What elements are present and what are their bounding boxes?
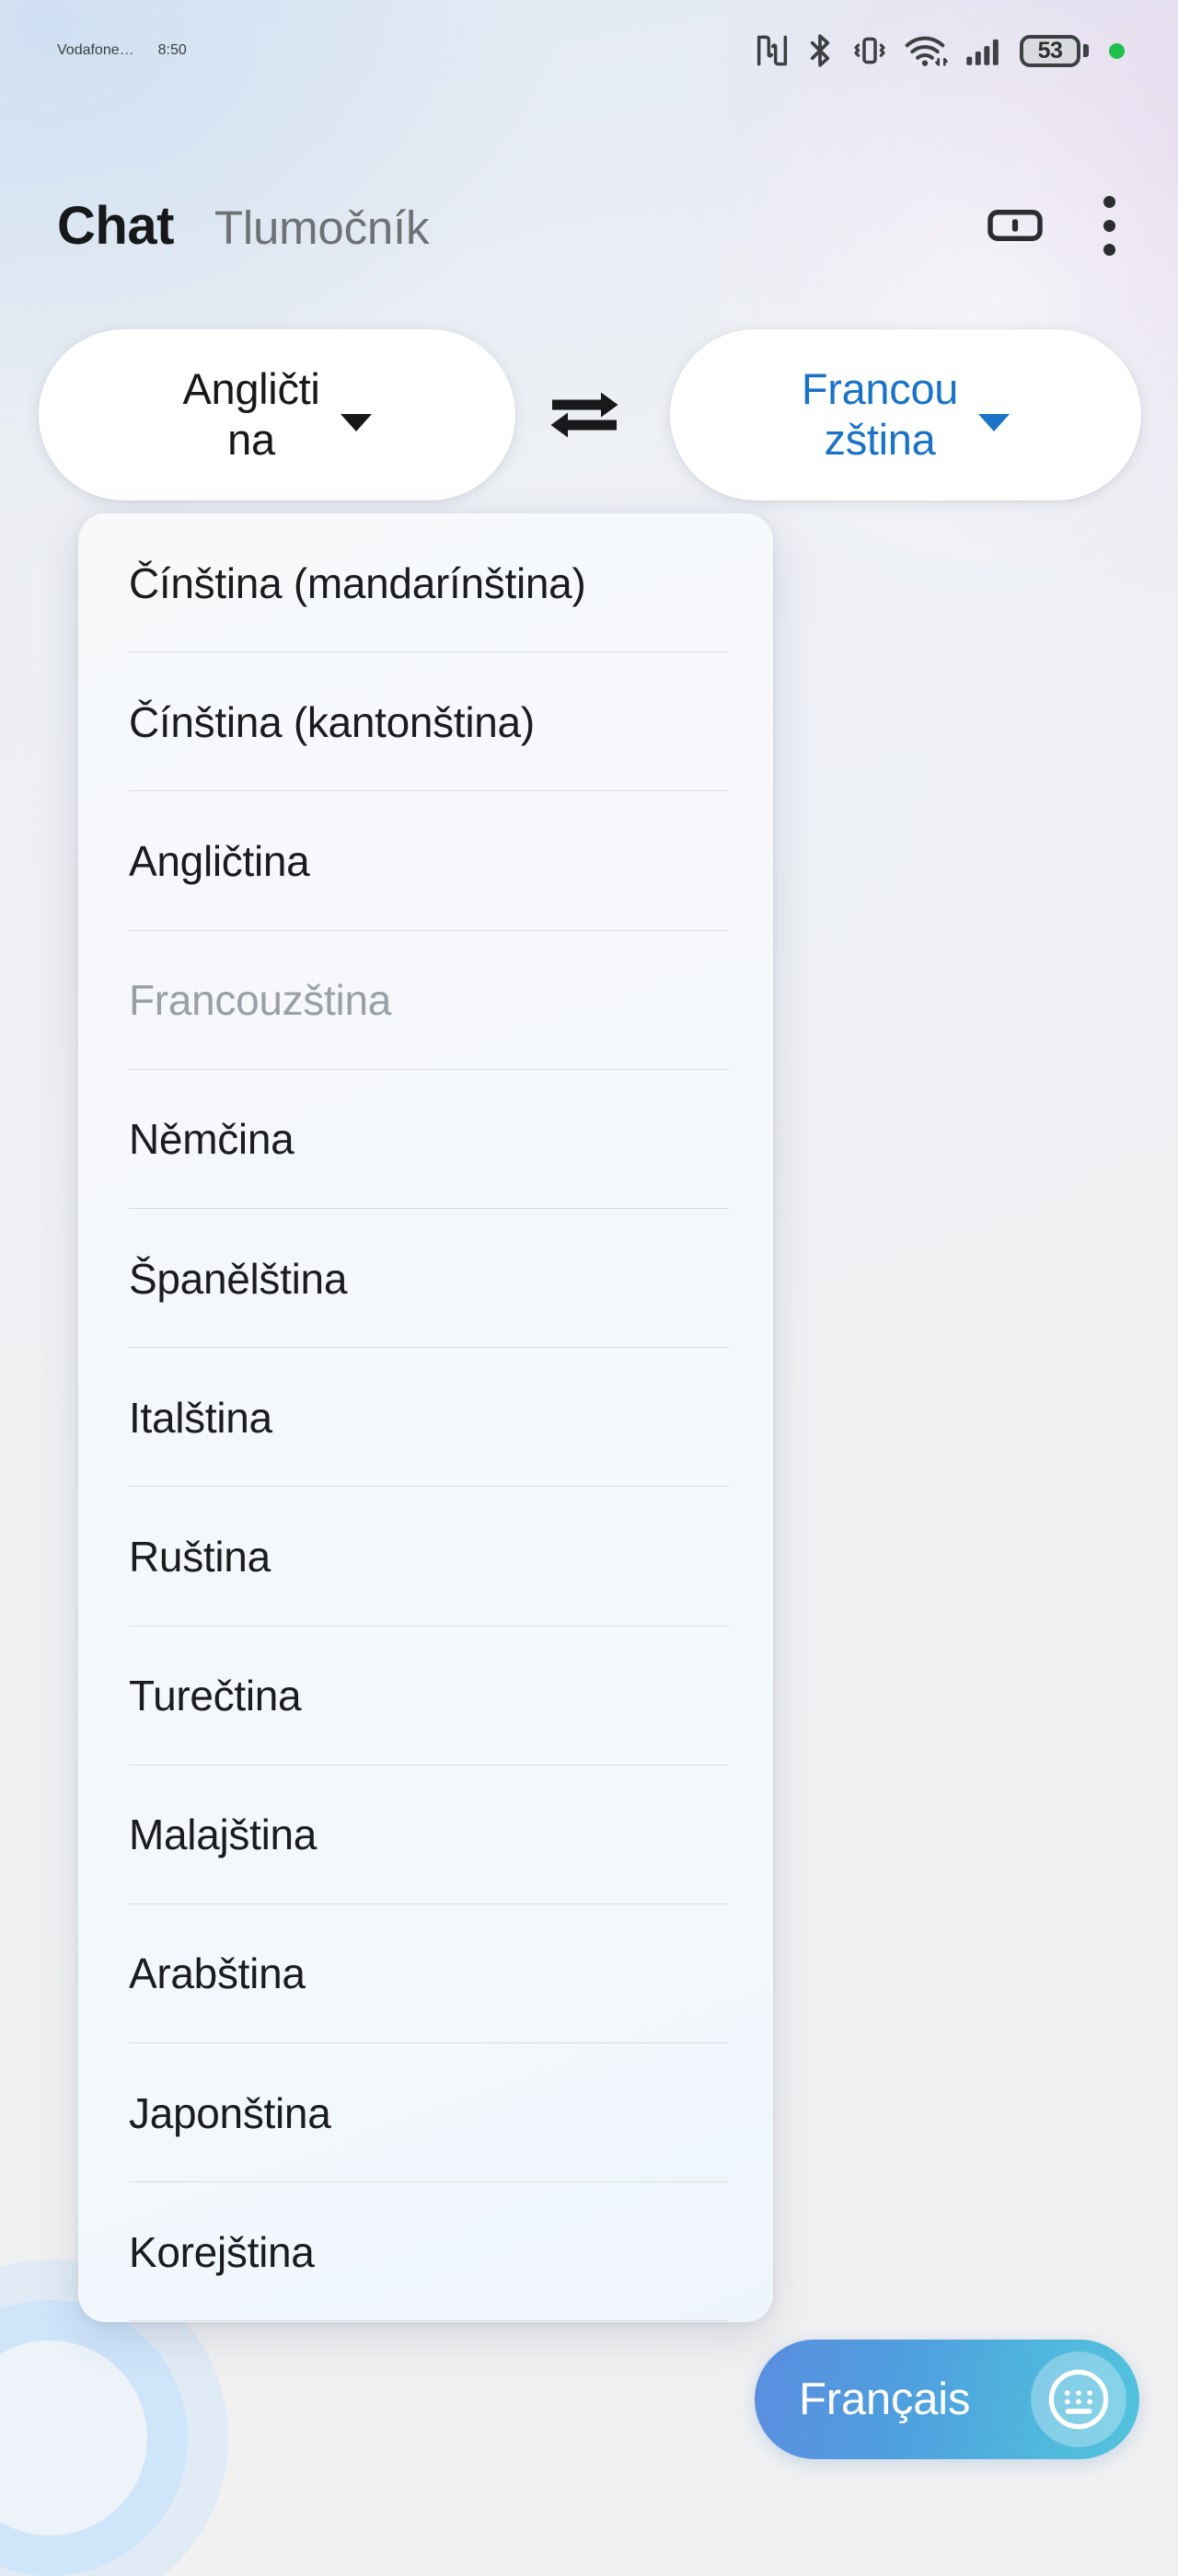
battery-icon: 53	[1020, 34, 1089, 67]
dropdown-item-label: Japonština	[129, 2088, 331, 2137]
dropdown-item[interactable]: Ruština	[78, 1487, 773, 1627]
privacy-indicator-dot	[1109, 42, 1125, 59]
chevron-down-icon	[340, 413, 372, 431]
tab-strip: Chat Tlumočník	[57, 195, 430, 257]
source-language-label: Angličti na	[182, 364, 319, 465]
dropdown-item[interactable]: Němčina	[78, 1070, 773, 1209]
bluetooth-icon	[804, 32, 836, 69]
dropdown-item[interactable]: Angličtina	[78, 791, 773, 931]
dropdown-divider	[129, 2320, 729, 2322]
status-bar-left: Vodafone… 8:50	[57, 42, 187, 59]
tab-interpreter[interactable]: Tlumočník	[214, 201, 430, 255]
dropdown-item[interactable]: Korejština	[78, 2182, 773, 2322]
more-vertical-icon[interactable]	[1088, 191, 1130, 259]
dropdown-item-label: Francouzština	[129, 976, 392, 1025]
target-language-input-pill[interactable]: Français	[755, 2340, 1139, 2459]
battery-body: 53	[1020, 34, 1080, 67]
vibrate-icon	[849, 32, 890, 69]
tab-chat[interactable]: Chat	[57, 195, 174, 257]
keyboard-icon[interactable]	[1031, 2352, 1126, 2447]
dropdown-item-label: Turečtina	[129, 1672, 302, 1720]
language-selector-bar: Angličti na Francou zština	[0, 329, 1178, 500]
app-header: Chat Tlumočník	[0, 161, 1178, 290]
dropdown-item-label: Ruština	[129, 1532, 271, 1581]
dropdown-item[interactable]: Čínština (mandarínština)	[78, 513, 773, 653]
source-language-line2: na	[227, 415, 275, 464]
dropdown-item-label: Italština	[129, 1393, 272, 1442]
dropdown-item[interactable]: Arabština	[78, 1904, 773, 2044]
dropdown-item[interactable]: Čínština (kantonština)	[78, 652, 773, 792]
battery-level-text: 53	[1037, 37, 1063, 63]
dropdown-item-label: Němčina	[129, 1115, 294, 1164]
cellular-signal-icon	[964, 32, 1006, 69]
source-language-selector[interactable]: Angličti na	[39, 329, 515, 500]
dropdown-item[interactable]: Turečtina	[78, 1627, 773, 1765]
dropdown-item-label: Arabština	[129, 1949, 306, 1998]
target-input-label: Français	[799, 2375, 971, 2424]
status-bar-right: 53	[754, 32, 1125, 69]
dropdown-item[interactable]: Malajština	[78, 1765, 773, 1904]
kebab-dot	[1103, 195, 1115, 208]
wifi-icon	[904, 32, 950, 69]
dropdown-item-label: Angličtina	[129, 836, 310, 885]
status-bar: Vodafone… 8:50 53	[0, 0, 1178, 101]
language-dropdown-menu[interactable]: Čínština (mandarínština) Čínština (kanton…	[78, 513, 773, 2322]
target-language-line1: Francou	[801, 364, 959, 414]
clock-label: 8:50	[157, 42, 187, 58]
source-language-line1: Angličti	[182, 364, 320, 414]
kebab-dot	[1103, 243, 1115, 256]
carrier-label: Vodafone…	[57, 42, 134, 58]
dropdown-item-label: Španělština	[129, 1254, 348, 1303]
kebab-dot	[1103, 219, 1115, 232]
target-language-selector[interactable]: Francou zština	[670, 329, 1141, 500]
dropdown-item-label: Čínština (mandarínština)	[129, 558, 586, 607]
nfc-icon	[754, 32, 791, 69]
phone-screen: Vodafone… 8:50 53 Chat Tlumočník Angličt…	[0, 0, 1178, 2576]
battery-cap	[1083, 44, 1089, 57]
dropdown-item[interactable]: Italština	[78, 1348, 773, 1488]
swap-horizontal-icon[interactable]	[541, 372, 628, 458]
dropdown-item-label: Malajština	[129, 1811, 318, 1859]
split-screen-icon[interactable]	[985, 195, 1045, 256]
header-actions	[985, 191, 1130, 259]
microphone-icon[interactable]	[0, 2300, 188, 2576]
dropdown-item-label: Čínština (kantonština)	[129, 697, 535, 746]
target-language-label: Francou zština	[801, 364, 959, 465]
target-language-line2: zština	[824, 415, 936, 464]
dropdown-item: Francouzština	[78, 931, 773, 1070]
dropdown-item-label: Korejština	[129, 2227, 315, 2276]
dropdown-item[interactable]: Španělština	[78, 1209, 773, 1349]
dropdown-item[interactable]: Japonština	[78, 2043, 773, 2183]
chevron-down-icon	[978, 413, 1011, 431]
